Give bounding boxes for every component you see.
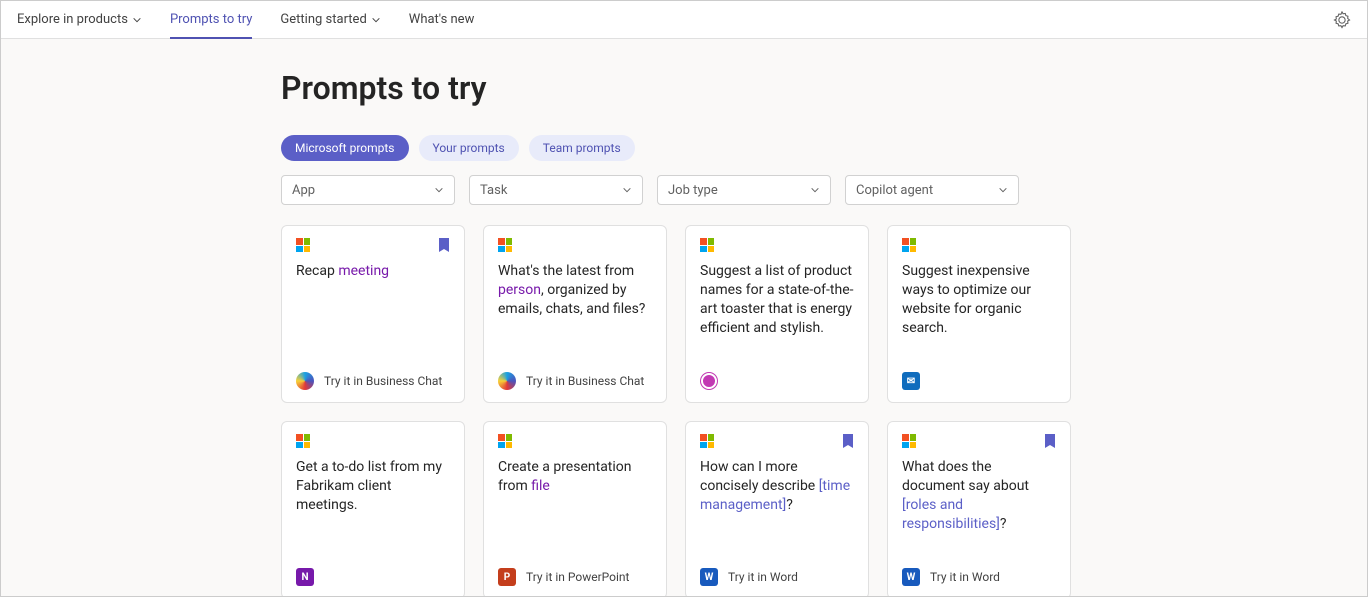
microsoft-logo-icon	[700, 238, 714, 252]
business-chat-icon	[296, 372, 314, 390]
nav-explore-label: Explore in products	[17, 12, 128, 27]
card-foot-label: Try it in Business Chat	[526, 374, 644, 388]
filter-job-label: Job type	[668, 183, 718, 198]
card-header	[296, 238, 450, 252]
prompt-card[interactable]: Create a presentation from file P Try it i…	[483, 421, 667, 596]
word-icon: W	[902, 568, 920, 586]
card-header	[700, 238, 854, 252]
card-footer[interactable]: Try it in Business Chat	[296, 370, 450, 392]
pill-your-prompts[interactable]: Your prompts	[419, 135, 519, 161]
prompt-text: Suggest a list of product names for a st…	[700, 262, 854, 370]
card-foot-label: Try it in Word	[930, 570, 1000, 584]
card-header	[296, 434, 450, 448]
card-footer[interactable]: W Try it in Word	[902, 566, 1056, 588]
card-header	[498, 238, 652, 252]
chevron-down-icon	[132, 15, 142, 25]
nav-explore[interactable]: Explore in products	[17, 1, 142, 39]
page-root: Explore in products Prompts to try Getti…	[0, 0, 1368, 597]
prompt-card[interactable]: What does the document say about [roles …	[887, 421, 1071, 596]
content-wrap: Prompts to try Microsoft prompts Your pr…	[281, 69, 1071, 596]
prompt-text: What's the latest from person, organized…	[498, 262, 652, 370]
card-footer[interactable]: P Try it in PowerPoint	[498, 566, 652, 588]
microsoft-logo-icon	[902, 238, 916, 252]
microsoft-logo-icon	[498, 238, 512, 252]
filter-job-type[interactable]: Job type	[657, 175, 831, 205]
word-icon: W	[700, 568, 718, 586]
page-title: Prompts to try	[281, 69, 1071, 107]
chevron-down-icon	[622, 185, 632, 195]
prompt-text: Suggest inexpensive ways to optimize our…	[902, 262, 1056, 370]
nav-whatsnew-label: What's new	[409, 12, 475, 27]
pill-tabs: Microsoft prompts Your prompts Team prom…	[281, 135, 1071, 161]
card-foot-label: Try it in Business Chat	[324, 374, 442, 388]
prompt-card[interactable]: What's the latest from person, organized…	[483, 225, 667, 403]
onenote-icon: N	[296, 568, 314, 586]
nav-prompts-label: Prompts to try	[170, 12, 252, 27]
card-header	[902, 434, 1056, 448]
pill-microsoft-prompts[interactable]: Microsoft prompts	[281, 135, 409, 161]
gear-icon[interactable]	[1333, 11, 1351, 29]
card-header	[498, 434, 652, 448]
prompt-token: meeting	[338, 263, 389, 279]
prompt-card[interactable]: Suggest inexpensive ways to optimize our…	[887, 225, 1071, 403]
prompt-card[interactable]: Get a to-do list from my Fabrikam client…	[281, 421, 465, 596]
outlook-icon: ✉	[902, 372, 920, 390]
prompt-token: file	[531, 478, 550, 494]
nav-getting-label: Getting started	[280, 12, 366, 27]
prompt-text: Get a to-do list from my Fabrikam client…	[296, 458, 450, 566]
nav-getting-started[interactable]: Getting started	[280, 1, 380, 39]
prompt-text: What does the document say about [roles …	[902, 458, 1056, 566]
bookmark-icon[interactable]	[438, 238, 450, 252]
prompt-token: person	[498, 282, 541, 298]
nav-whats-new[interactable]: What's new	[409, 1, 475, 39]
microsoft-logo-icon	[296, 434, 310, 448]
content-area: Prompts to try Microsoft prompts Your pr…	[1, 39, 1367, 596]
filter-copilot-agent[interactable]: Copilot agent	[845, 175, 1019, 205]
microsoft-logo-icon	[700, 434, 714, 448]
bookmark-icon[interactable]	[842, 434, 854, 448]
prompt-card[interactable]: Suggest a list of product names for a st…	[685, 225, 869, 403]
bookmark-icon[interactable]	[1044, 434, 1056, 448]
chevron-down-icon	[998, 185, 1008, 195]
prompt-text: How can I more concisely describe [time …	[700, 458, 854, 566]
prompt-text: Recap meeting	[296, 262, 450, 370]
filter-task[interactable]: Task	[469, 175, 643, 205]
filter-row: App Task Job type Copilot agent	[281, 175, 1071, 205]
chevron-down-icon	[434, 185, 444, 195]
microsoft-logo-icon	[902, 434, 916, 448]
loop-icon	[700, 372, 718, 390]
card-footer[interactable]: W Try it in Word	[700, 566, 854, 588]
card-footer[interactable]: Try it in Business Chat	[498, 370, 652, 392]
business-chat-icon	[498, 372, 516, 390]
pill-team-prompts[interactable]: Team prompts	[529, 135, 635, 161]
top-nav: Explore in products Prompts to try Getti…	[1, 1, 1367, 39]
card-footer[interactable]	[700, 370, 854, 392]
filter-app[interactable]: App	[281, 175, 455, 205]
prompt-text: Create a presentation from file	[498, 458, 652, 566]
filter-app-label: App	[292, 183, 315, 198]
card-foot-label: Try it in Word	[728, 570, 798, 584]
filter-task-label: Task	[480, 183, 507, 198]
chevron-down-icon	[371, 15, 381, 25]
microsoft-logo-icon	[296, 238, 310, 252]
filter-agent-label: Copilot agent	[856, 183, 933, 198]
chevron-down-icon	[810, 185, 820, 195]
microsoft-logo-icon	[498, 434, 512, 448]
prompt-card[interactable]: Recap meeting Try it in Business Chat	[281, 225, 465, 403]
powerpoint-icon: P	[498, 568, 516, 586]
prompt-token: [roles and responsibilities]	[902, 497, 1000, 532]
nav-prompts[interactable]: Prompts to try	[170, 1, 252, 39]
prompt-token: [time management]	[700, 478, 850, 513]
card-header	[902, 238, 1056, 252]
prompt-card[interactable]: How can I more concisely describe [time …	[685, 421, 869, 596]
card-footer[interactable]: ✉	[902, 370, 1056, 392]
card-footer[interactable]: N	[296, 566, 450, 588]
card-header	[700, 434, 854, 448]
card-foot-label: Try it in PowerPoint	[526, 570, 629, 584]
prompt-grid: Recap meeting Try it in Business Chat What…	[281, 225, 1071, 596]
